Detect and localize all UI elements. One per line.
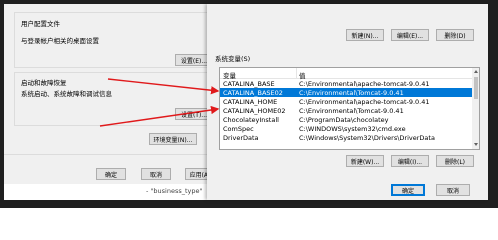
table-row[interactable]: CATALINA_HOME C:\Environmental\apache-to… <box>220 97 472 106</box>
dialog-ok-button[interactable]: 确定 <box>391 184 425 196</box>
ok-button[interactable]: 确定 <box>96 168 126 180</box>
variable-name: DriverData <box>223 134 259 142</box>
user-profile-group: 用户配置文件 与登录帐户相关的桌面设置 设置(E)... <box>14 12 213 68</box>
user-profile-title: 用户配置文件 <box>21 20 60 28</box>
system-properties-dialog: 用户配置文件 与登录帐户相关的桌面设置 设置(E)... 启动和故障恢复 系统启… <box>4 4 215 184</box>
system-variables-list[interactable]: 变量 值 CATALINA_BASE C:\Environmental\apac… <box>219 67 480 150</box>
environment-variables-button[interactable]: 环境变量(N)... <box>149 133 197 145</box>
system-variables-label: 系统变量(S) <box>215 55 251 63</box>
variable-name: CATALINA_BASE02 <box>223 89 283 97</box>
variable-name: ComSpec <box>223 125 254 133</box>
variable-value: C:\Environmental\apache-tomcat-9.0.41 <box>299 98 430 106</box>
variable-name: CATALINA_HOME02 <box>223 107 286 115</box>
variable-name: CATALINA_HOME <box>223 98 278 106</box>
scroll-up-icon[interactable] <box>474 70 478 73</box>
user-new-button[interactable]: 新建(N)... <box>346 29 384 41</box>
system-delete-button[interactable]: 删除(L) <box>436 155 474 167</box>
startup-recovery-desc: 系统启动、系统故障和调试信息 <box>21 90 112 98</box>
variable-name: CATALINA_BASE <box>223 80 275 88</box>
startup-recovery-group: 启动和故障恢复 系统启动、系统故障和调试信息 设置(T)... <box>14 72 213 126</box>
variable-value: C:\ProgramData\chocolatey <box>299 116 389 124</box>
bottom-caption: - "business_type" <box>146 187 203 195</box>
environment-variables-dialog: 新建(N)... 编辑(E)... 删除(D) 系统变量(S) 变量 值 CAT… <box>207 4 488 200</box>
dialog-cancel-button[interactable]: 取消 <box>436 184 470 196</box>
user-edit-button[interactable]: 编辑(E)... <box>391 29 429 41</box>
user-delete-button[interactable]: 删除(D) <box>436 29 474 41</box>
variable-value: C:\Windows\System32\Drivers\DriverData <box>299 134 435 142</box>
variable-value: C:\Environmental\apache-tomcat-9.0.41 <box>299 80 430 88</box>
window-frame-bottom <box>0 200 498 208</box>
table-row-selected[interactable]: CATALINA_BASE02 C:\Environmental\Tomcat-… <box>220 88 472 97</box>
scrollbar-thumb[interactable] <box>474 77 478 99</box>
column-divider <box>296 68 297 78</box>
table-row[interactable]: DriverData C:\Windows\System32\Drivers\D… <box>220 133 472 142</box>
divider <box>4 154 214 155</box>
variable-value: C:\WINDOWS\system32\cmd.exe <box>299 125 406 133</box>
variable-name: ChocolateyInstall <box>223 116 279 124</box>
system-new-button[interactable]: 新建(W)... <box>346 155 384 167</box>
list-rows: CATALINA_BASE C:\Environmental\apache-to… <box>220 79 472 149</box>
table-row[interactable]: ComSpec C:\WINDOWS\system32\cmd.exe <box>220 124 472 133</box>
list-header: 变量 值 <box>220 68 472 80</box>
system-edit-button[interactable]: 编辑(I)... <box>391 155 429 167</box>
table-row[interactable]: CATALINA_BASE C:\Environmental\apache-to… <box>220 79 472 88</box>
variable-value: C:\Environmental\Tomcat-9.0.41 <box>299 89 404 97</box>
table-row[interactable]: CATALINA_HOME02 C:\Environmental\Tomcat-… <box>220 106 472 115</box>
variable-value: C:\Environmental\Tomcat-9.0.41 <box>299 107 404 115</box>
list-scrollbar[interactable] <box>472 68 479 149</box>
user-profile-desc: 与登录帐户相关的桌面设置 <box>21 37 99 45</box>
cancel-button[interactable]: 取消 <box>141 168 171 180</box>
table-row[interactable]: ChocolateyInstall C:\ProgramData\chocola… <box>220 115 472 124</box>
window-frame-right <box>488 0 498 208</box>
startup-recovery-title: 启动和故障恢复 <box>21 79 67 87</box>
scroll-down-icon[interactable] <box>474 143 478 146</box>
